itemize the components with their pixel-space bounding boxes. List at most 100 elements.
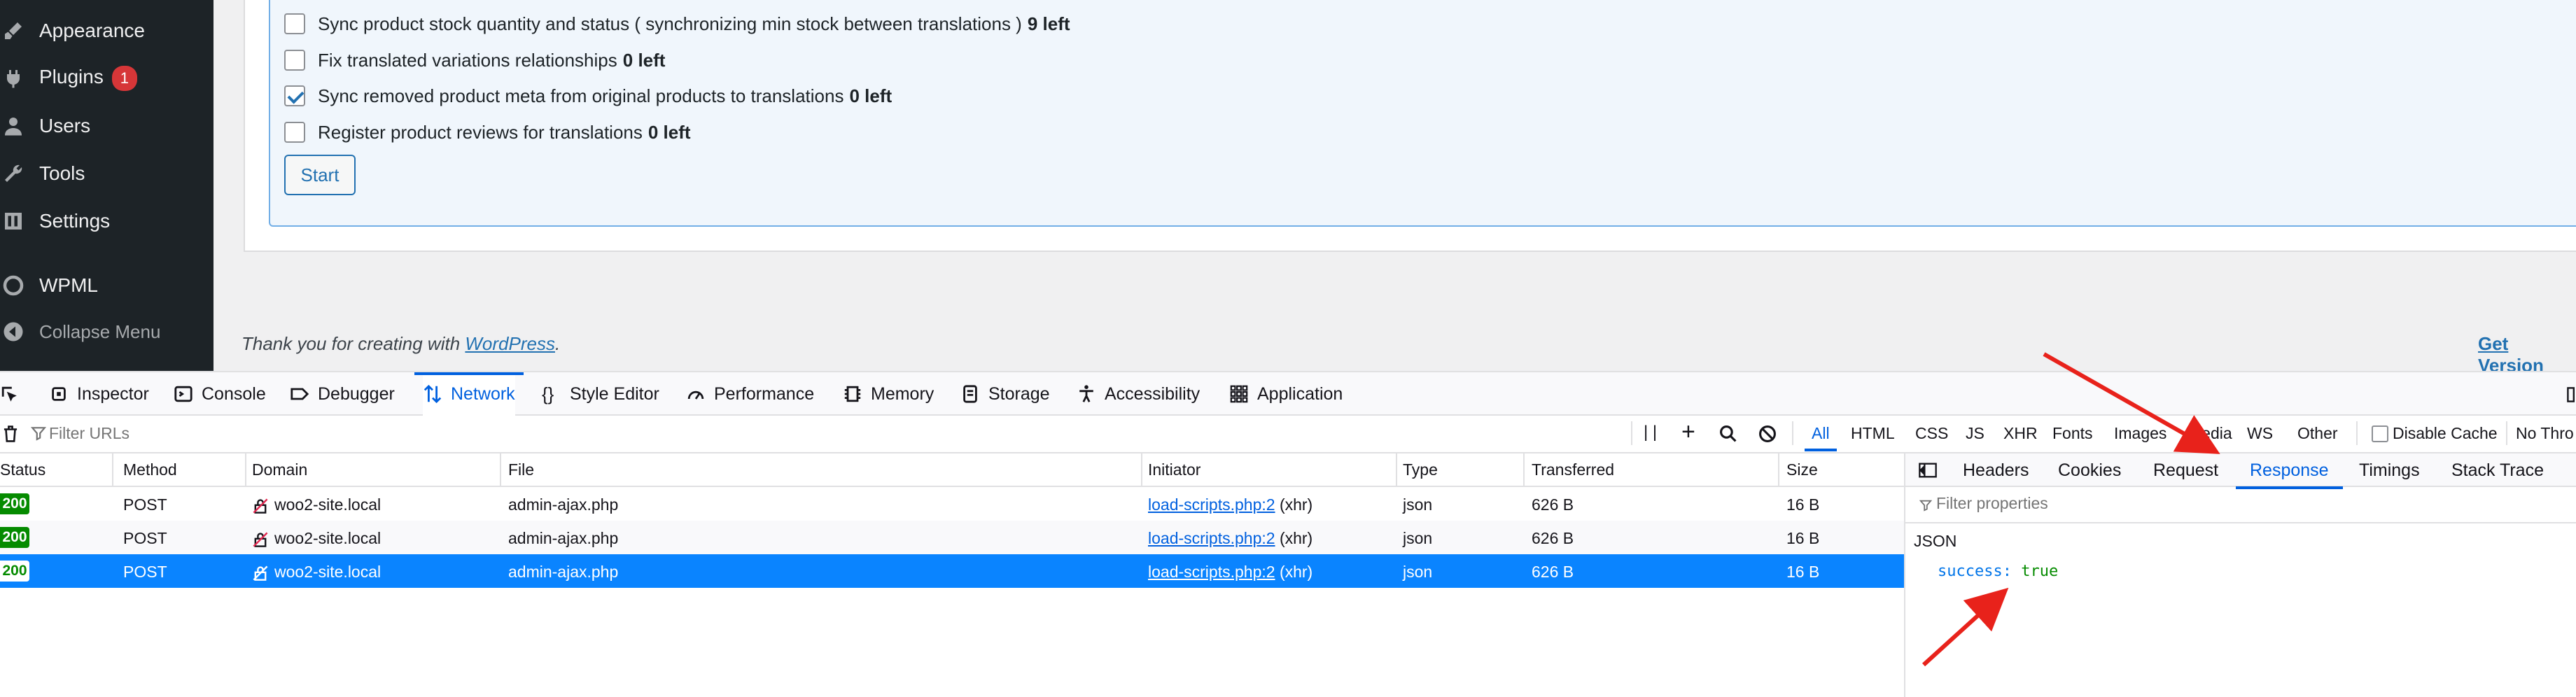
transferred-cell: 626 B	[1532, 563, 1574, 581]
filter-ws[interactable]: WS	[2247, 424, 2273, 443]
tab-response[interactable]: Response	[2236, 460, 2343, 489]
filter-fonts[interactable]: Fonts	[2052, 424, 2093, 443]
initiator-link[interactable]: load-scripts.php:2	[1148, 495, 1275, 514]
tab-application[interactable]: Application	[1229, 372, 1343, 416]
toggle-sidebar-icon[interactable]	[1918, 462, 1938, 479]
sidebar-item-plugins[interactable]: Plugins 1	[0, 59, 214, 98]
column-divider[interactable]	[1141, 453, 1142, 487]
column-header-type[interactable]: Type	[1403, 460, 1438, 479]
filter-all[interactable]: All	[1805, 424, 1836, 451]
get-version-link[interactable]: Get Version	[2478, 333, 2576, 376]
tab-performance[interactable]: Performance	[686, 372, 814, 416]
column-header-status[interactable]: Status	[0, 460, 46, 479]
tab-label: Accessibility	[1105, 383, 1200, 404]
option-checkbox[interactable]	[284, 50, 305, 71]
tab-stack-trace[interactable]: Stack Trace	[2451, 460, 2544, 481]
option-checkbox[interactable]	[284, 13, 305, 34]
initiator-link[interactable]: load-scripts.php:2	[1148, 563, 1275, 581]
tab-accessibility[interactable]: Accessibility	[1077, 372, 1200, 416]
sidebar-item-tools[interactable]: Tools	[0, 154, 214, 193]
column-header-initiator[interactable]: Initiator	[1148, 460, 1200, 479]
column-divider[interactable]	[500, 453, 501, 487]
trash-icon[interactable]	[1, 424, 20, 444]
tab-memory[interactable]: Memory	[843, 372, 934, 416]
option-checkbox-checked[interactable]	[284, 85, 305, 106]
column-divider[interactable]	[1396, 453, 1397, 487]
wordpress-link[interactable]: WordPress	[465, 333, 555, 354]
tab-console[interactable]: Console	[174, 372, 266, 416]
tab-headers[interactable]: Headers	[1963, 460, 2029, 481]
disable-cache-checkbox[interactable]	[2372, 425, 2388, 442]
table-row[interactable]: 200 POST woo2-site.local admin-ajax.php …	[0, 521, 1904, 554]
inspector-icon	[52, 387, 66, 401]
table-row[interactable]: 200 POST woo2-site.local admin-ajax.php …	[0, 487, 1904, 521]
settings-icon	[5, 213, 22, 230]
filter-urls-input[interactable]	[49, 424, 469, 443]
filter-other[interactable]: Other	[2297, 424, 2338, 443]
column-divider[interactable]	[1778, 453, 1779, 487]
pause-icon[interactable]: | |	[1644, 423, 1657, 442]
filter-xhr[interactable]: XHR	[2003, 424, 2038, 443]
filter-media[interactable]: Media	[2188, 424, 2232, 443]
initiator-cell: load-scripts.php:2 (xhr)	[1148, 529, 1312, 548]
tab-network[interactable]: Network	[414, 372, 524, 416]
throttling-select[interactable]: No Thro	[2516, 424, 2574, 443]
file-cell: admin-ajax.php	[508, 563, 619, 581]
option-count: 0 left	[849, 85, 892, 106]
tab-debugger[interactable]: Debugger	[290, 372, 395, 416]
column-divider[interactable]	[112, 453, 113, 487]
sidebar-item-settings[interactable]: Settings	[0, 202, 214, 241]
json-property-row[interactable]: success: true	[1938, 563, 2058, 580]
initiator-link[interactable]: load-scripts.php:2	[1148, 529, 1275, 547]
collapse-menu-button[interactable]: Collapse Menu	[0, 312, 214, 351]
sidebar-item-label: Tools	[39, 162, 85, 184]
wpml-icon	[3, 275, 24, 296]
option-row[interactable]: Register product reviews for translation…	[284, 118, 691, 146]
filter-properties-input[interactable]	[1936, 494, 2356, 513]
start-button[interactable]: Start	[284, 155, 356, 195]
column-header-domain[interactable]: Domain	[252, 460, 307, 479]
tab-style-editor[interactable]: {} Style Editor	[542, 372, 659, 416]
application-grid-icon	[1230, 385, 1248, 403]
insecure-lock-icon	[253, 498, 268, 514]
option-checkbox[interactable]	[284, 122, 305, 143]
tab-inspector[interactable]: Inspector	[49, 372, 149, 416]
dock-icon[interactable]	[2565, 386, 2576, 403]
tab-request[interactable]: Request	[2153, 460, 2218, 481]
option-row[interactable]: Fix translated variations relationships 0…	[284, 46, 665, 74]
option-row[interactable]: Sync product stock quantity and status (…	[284, 10, 1070, 38]
option-row[interactable]: Sync removed product meta from original …	[284, 82, 892, 110]
tab-label: Memory	[871, 383, 934, 404]
footer-thanks: Thank you for creating with WordPress.	[241, 333, 560, 355]
block-icon[interactable]	[1758, 425, 1777, 443]
filter-css[interactable]: CSS	[1915, 424, 1948, 443]
sidebar-item-users[interactable]: Users	[0, 106, 214, 146]
table-row-selected[interactable]: 200 POST woo2-site.local admin-ajax.php …	[0, 554, 1904, 588]
column-divider[interactable]	[1523, 453, 1525, 487]
column-header-file[interactable]: File	[508, 460, 534, 479]
tab-timings[interactable]: Timings	[2359, 460, 2420, 481]
search-icon[interactable]	[1719, 425, 1737, 443]
filter-images[interactable]: Images	[2114, 424, 2166, 443]
debugger-icon	[290, 388, 309, 400]
storage-icon	[963, 385, 977, 403]
network-request-table: Status Method Domain File Initiator Type…	[0, 453, 1904, 697]
collapse-icon	[4, 322, 23, 342]
filter-js[interactable]: JS	[1966, 424, 1984, 443]
plus-icon[interactable]: +	[1681, 418, 1695, 446]
sidebar-item-wpml[interactable]: WPML	[0, 266, 214, 305]
domain-text: woo2-site.local	[274, 495, 382, 514]
column-header-size[interactable]: Size	[1786, 460, 1818, 479]
sidebar-item-appearance[interactable]: Appearance	[0, 11, 214, 50]
column-header-transferred[interactable]: Transferred	[1532, 460, 1614, 479]
column-divider[interactable]	[245, 453, 246, 487]
filter-html[interactable]: HTML	[1851, 424, 1895, 443]
column-header-method[interactable]: Method	[123, 460, 177, 479]
tab-cookies[interactable]: Cookies	[2058, 460, 2121, 481]
filter-icon	[31, 427, 46, 441]
disable-cache-label: Disable Cache	[2393, 424, 2498, 442]
initiator-cell: load-scripts.php:2 (xhr)	[1148, 495, 1312, 514]
element-picker-icon[interactable]	[0, 385, 20, 404]
tab-label: Console	[202, 383, 266, 404]
tab-storage[interactable]: Storage	[960, 372, 1050, 416]
